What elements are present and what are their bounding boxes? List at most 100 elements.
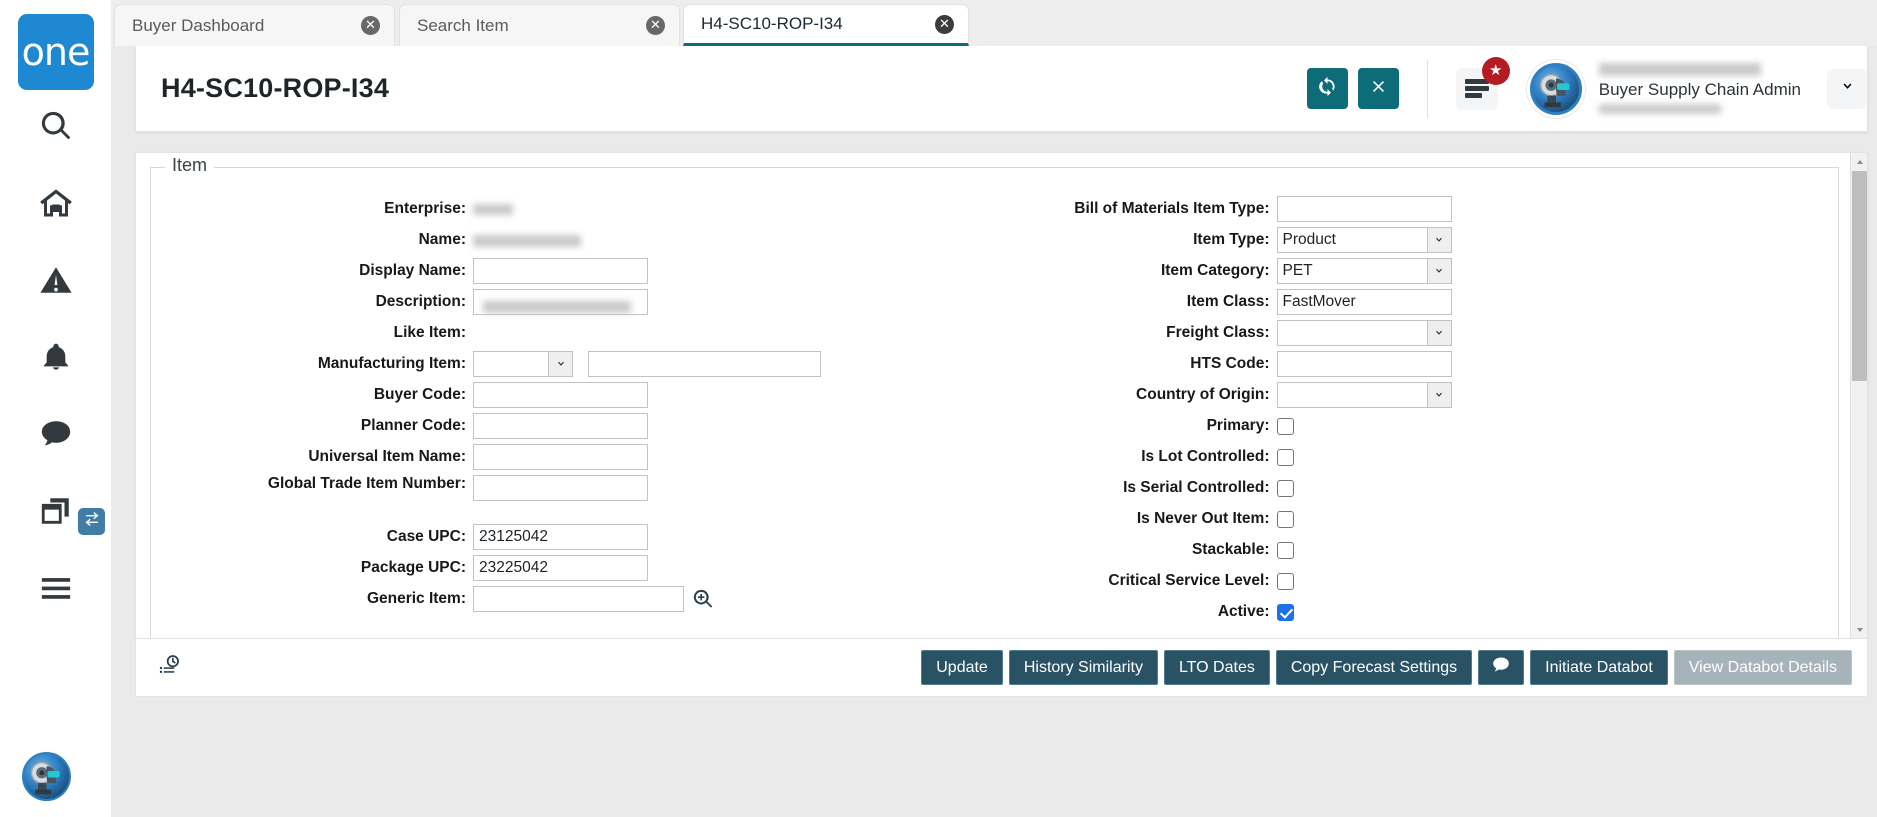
- tab-search-item[interactable]: Search Item ✕: [399, 4, 680, 46]
- sidebar-item-notifications[interactable]: [0, 321, 111, 398]
- country-of-origin-select[interactable]: [1276, 382, 1452, 408]
- magnifier-plus-icon[interactable]: [692, 588, 714, 615]
- field-critical-service-level: Critical Service Level:: [995, 566, 1839, 597]
- switch-workspace-badge[interactable]: [78, 508, 105, 535]
- search-icon: [39, 109, 73, 148]
- chevron-down-icon[interactable]: [1426, 383, 1451, 407]
- robot-avatar-icon: [1539, 73, 1570, 107]
- comment-button[interactable]: [1478, 650, 1525, 685]
- chevron-down-icon[interactable]: [1426, 259, 1451, 283]
- chevron-down-icon: [1838, 77, 1857, 101]
- header-divider: [1426, 59, 1428, 118]
- gtin-input[interactable]: [473, 475, 648, 501]
- item-category-select[interactable]: [1276, 258, 1452, 284]
- is-lot-controlled-checkbox[interactable]: [1276, 449, 1294, 466]
- field-label: Is Never Out Item:: [1136, 510, 1270, 527]
- initiate-databot-button[interactable]: Initiate Databot: [1530, 650, 1668, 685]
- tab-close-icon[interactable]: ✕: [646, 16, 665, 35]
- chevron-down-icon[interactable]: [1426, 228, 1451, 252]
- brand-logo[interactable]: one: [17, 14, 94, 90]
- field-label: Critical Service Level:: [1108, 572, 1270, 589]
- hts-code-input[interactable]: [1276, 351, 1452, 377]
- field-label: HTS Code:: [1190, 355, 1270, 372]
- field-label: Is Serial Controlled:: [1123, 479, 1270, 496]
- is-never-out-item-checkbox[interactable]: [1276, 511, 1294, 528]
- robot-avatar-icon: [30, 761, 60, 795]
- brand-logo-text: one: [21, 30, 91, 74]
- close-page-button[interactable]: [1357, 68, 1399, 109]
- bom-item-type-input[interactable]: [1276, 196, 1452, 222]
- form-left-column: Enterprise: Name: Display Name: Descript…: [151, 194, 995, 628]
- display-name-input[interactable]: [473, 258, 648, 284]
- hamburger-icon: [39, 571, 73, 610]
- sidebar-item-messages[interactable]: [0, 398, 111, 475]
- scroll-down-arrow-icon[interactable]: [1851, 621, 1867, 638]
- update-button[interactable]: Update: [921, 650, 1003, 685]
- sidebar-avatar[interactable]: [22, 752, 71, 801]
- freight-class-value[interactable]: [1276, 320, 1452, 346]
- active-checkbox[interactable]: [1276, 604, 1294, 621]
- item-type-value[interactable]: [1276, 227, 1452, 253]
- item-category-value[interactable]: [1276, 258, 1452, 284]
- form-vertical-scrollbar[interactable]: [1850, 153, 1867, 638]
- manufacturing-item-select[interactable]: [473, 351, 573, 377]
- universal-item-name-input[interactable]: [473, 444, 648, 470]
- notifications-menu-button[interactable]: ★: [1455, 56, 1510, 110]
- primary-checkbox[interactable]: [1276, 418, 1294, 435]
- field-package-upc: Package UPC:: [151, 553, 995, 584]
- page-title: H4-SC10-ROP-I34: [161, 73, 390, 103]
- package-upc-input[interactable]: [473, 555, 648, 581]
- critical-service-level-checkbox[interactable]: [1276, 573, 1294, 590]
- is-serial-controlled-checkbox[interactable]: [1276, 480, 1294, 497]
- field-label: Package UPC:: [360, 559, 466, 576]
- history-similarity-button[interactable]: History Similarity: [1008, 650, 1158, 685]
- avatar[interactable]: [1529, 62, 1582, 115]
- field-label: Item Class:: [1186, 293, 1270, 310]
- sidebar-item-menu[interactable]: [0, 552, 111, 629]
- tab-label: Buyer Dashboard: [132, 15, 265, 35]
- chevron-down-icon[interactable]: [548, 352, 572, 376]
- description-value-redacted: [483, 301, 631, 313]
- tab-close-icon[interactable]: ✕: [361, 16, 380, 35]
- generic-item-input[interactable]: [473, 586, 684, 612]
- field-label: Stackable:: [1191, 541, 1270, 558]
- tab-h4-sc10-rop-i34[interactable]: H4-SC10-ROP-I34 ✕: [683, 4, 969, 46]
- chevron-down-icon[interactable]: [1426, 321, 1451, 345]
- scrollbar-thumb[interactable]: [1852, 171, 1867, 381]
- field-label: Freight Class:: [1166, 324, 1270, 341]
- user-menu[interactable]: Buyer Supply Chain Admin: [1529, 62, 1867, 115]
- country-of-origin-value[interactable]: [1276, 382, 1452, 408]
- manufacturing-item-text-input[interactable]: [588, 351, 821, 377]
- sidebar-item-home[interactable]: [0, 167, 111, 244]
- item-fieldset: Item Enterprise: Name: Display Name: Des…: [150, 155, 1839, 638]
- lto-dates-button[interactable]: LTO Dates: [1163, 650, 1270, 685]
- refresh-button[interactable]: [1306, 68, 1348, 109]
- audit-history-icon[interactable]: [158, 654, 181, 682]
- field-label: Description:: [375, 293, 466, 310]
- copy-forecast-settings-button[interactable]: Copy Forecast Settings: [1275, 650, 1473, 685]
- form-grid: Enterprise: Name: Display Name: Descript…: [151, 194, 1838, 628]
- stackable-checkbox[interactable]: [1276, 542, 1294, 559]
- tab-label: H4-SC10-ROP-I34: [701, 14, 843, 33]
- sidebar-item-search[interactable]: [0, 90, 111, 167]
- user-menu-caret-button[interactable]: [1827, 68, 1867, 109]
- field-item-type: Item Type:: [995, 225, 1839, 256]
- scroll-up-arrow-icon[interactable]: [1851, 153, 1867, 170]
- enterprise-value-redacted: [473, 204, 513, 215]
- sidebar-item-alerts[interactable]: [0, 244, 111, 321]
- field-universal-item-name: Universal Item Name:: [151, 442, 995, 473]
- tab-buyer-dashboard[interactable]: Buyer Dashboard ✕: [114, 4, 395, 46]
- buyer-code-input[interactable]: [473, 382, 648, 408]
- star-icon: ★: [1489, 62, 1503, 79]
- freight-class-select[interactable]: [1276, 320, 1452, 346]
- tab-strip: Buyer Dashboard ✕ Search Item ✕ H4-SC10-…: [111, 0, 1877, 46]
- planner-code-input[interactable]: [473, 413, 648, 439]
- field-item-class: Item Class:: [995, 287, 1839, 318]
- field-display-name: Display Name:: [151, 256, 995, 287]
- item-class-input[interactable]: [1276, 289, 1452, 315]
- field-is-serial-controlled: Is Serial Controlled:: [995, 473, 1839, 504]
- tab-close-icon[interactable]: ✕: [935, 14, 954, 34]
- item-type-select[interactable]: [1276, 227, 1452, 253]
- case-upc-input[interactable]: [473, 524, 648, 550]
- view-databot-details-button: View Databot Details: [1673, 650, 1852, 685]
